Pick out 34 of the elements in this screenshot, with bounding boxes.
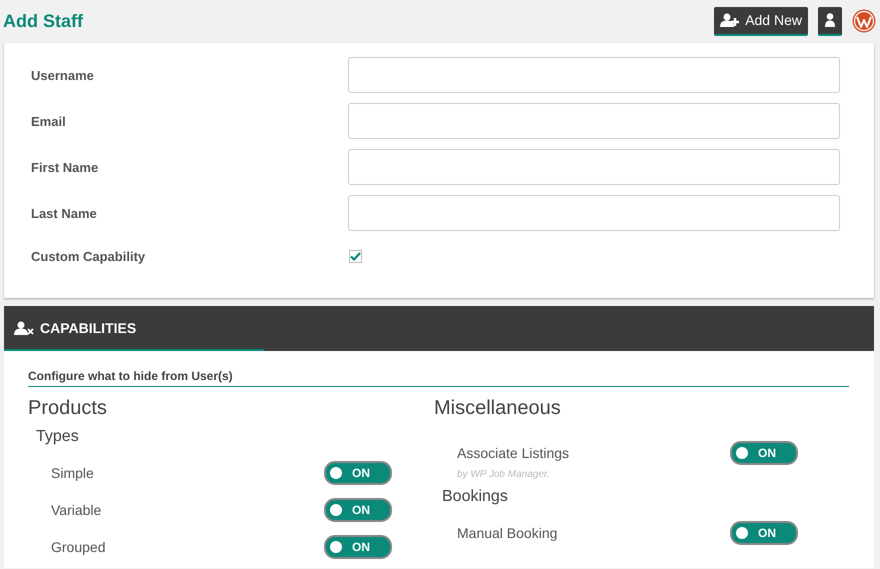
add-new-button[interactable]: Add New — [714, 6, 808, 36]
user-icon — [825, 13, 835, 27]
toggle-switch[interactable]: ON — [324, 534, 392, 558]
plugin-note: by WP Job Manager. — [456, 469, 551, 480]
checkbox[interactable] — [349, 250, 362, 262]
field-label: Email — [31, 114, 67, 128]
user-remove-icon — [14, 320, 34, 334]
input-field[interactable] — [348, 195, 840, 231]
option-label: Associate Listings — [457, 444, 570, 460]
user-button[interactable] — [818, 6, 842, 36]
option-label: Simple — [51, 464, 95, 480]
option-label: Grouped — [51, 538, 106, 554]
column-heading: Miscellaneous — [434, 397, 562, 420]
input-field[interactable] — [348, 57, 840, 93]
field-label: Username — [31, 68, 95, 82]
wordpress-logo-icon[interactable] — [852, 9, 876, 33]
field-label: Custom Capability — [31, 248, 146, 264]
toggle-switch[interactable]: ON — [730, 520, 798, 544]
field-label: Last Name — [31, 206, 98, 220]
toggle-switch[interactable]: ON — [324, 460, 392, 484]
section-subtitle: Configure what to hide from User(s) — [28, 369, 849, 387]
input-field[interactable] — [348, 149, 840, 185]
add-user-icon — [720, 13, 740, 27]
capabilities-tab[interactable]: CAPABILITIES — [4, 306, 264, 351]
group-heading: Types — [36, 428, 80, 446]
group-heading: Bookings — [442, 488, 509, 506]
toggle-switch[interactable]: ON — [324, 498, 392, 522]
option-label: Variable — [51, 502, 102, 518]
input-field[interactable] — [348, 103, 840, 139]
toggle-switch[interactable]: ON — [730, 440, 798, 464]
field-label: First Name — [31, 160, 100, 174]
page-title: Add Staff — [3, 10, 83, 32]
column-heading: Products — [28, 397, 108, 420]
option-label: Manual Booking — [457, 524, 558, 540]
